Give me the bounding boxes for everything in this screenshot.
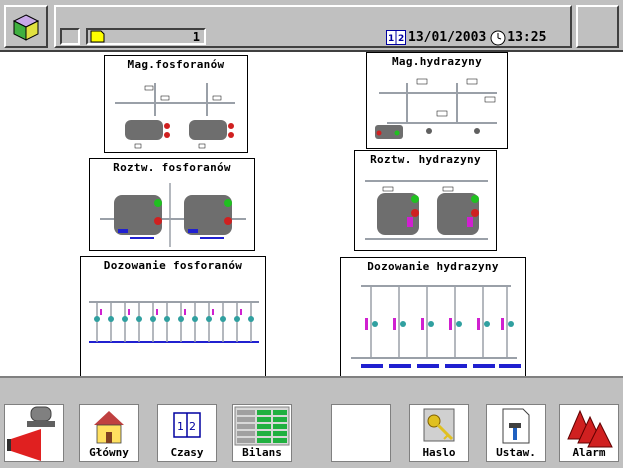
page-indicator xyxy=(60,28,80,45)
screen-dozowanie-hydrazyny[interactable]: Dozowanie hydrazyny xyxy=(340,257,526,377)
datetime-display: 1 2 13/01/2003 13:25 xyxy=(386,28,566,47)
logo-button[interactable] xyxy=(4,5,48,48)
bilans-button[interactable]: Bilans xyxy=(232,404,292,462)
tank-diagram xyxy=(115,83,235,149)
siren-icon xyxy=(7,406,55,461)
tank-diagram xyxy=(365,180,488,240)
button-label: Haslo xyxy=(422,446,456,459)
calendar-icon: 1 2 xyxy=(386,30,406,45)
czasy-button[interactable]: 1 2 Czasy xyxy=(157,404,217,462)
empty-button[interactable] xyxy=(331,404,391,462)
page-number: 1 xyxy=(192,30,200,44)
haslo-button[interactable]: Haslo xyxy=(409,404,469,462)
tank-diagram xyxy=(100,183,246,247)
button-label: Ustaw. xyxy=(496,446,536,459)
overview-area: Mag.fosforanów Mag.hydrazyny Roztw. fosf… xyxy=(0,52,623,377)
screen-mag-fosforanow[interactable]: Mag.fosforanów xyxy=(104,55,248,153)
cube-icon xyxy=(12,13,40,41)
button-label: Alarm xyxy=(572,446,606,459)
top-bar: 1 1 2 13/01/2003 13:25 xyxy=(0,0,623,52)
screen-dozowanie-fosforanow[interactable]: Dozowanie fosforanów xyxy=(80,256,266,377)
header-panel: 1 1 2 13/01/2003 13:25 xyxy=(54,5,572,48)
glowny-button[interactable]: Główny xyxy=(79,404,139,462)
svg-text:2: 2 xyxy=(189,420,196,433)
screen-mag-hydrazyny[interactable]: Mag.hydrazyny xyxy=(366,52,508,149)
button-label: Czasy xyxy=(170,446,204,459)
page-icon xyxy=(90,30,105,43)
svg-text:1: 1 xyxy=(177,420,184,433)
svg-text:2: 2 xyxy=(398,34,404,44)
siren-button[interactable] xyxy=(4,404,64,462)
clock-icon xyxy=(490,30,506,45)
dosing-diagram xyxy=(351,285,521,368)
button-label: Główny xyxy=(89,446,129,459)
alarm-button[interactable]: Alarm xyxy=(559,404,619,462)
button-label: Bilans xyxy=(242,446,282,459)
dosing-diagram xyxy=(89,301,259,343)
page-number-box: 1 xyxy=(86,28,206,45)
header-spare-button[interactable] xyxy=(576,5,619,48)
time-value: 13:25 xyxy=(507,30,547,45)
tank-diagram xyxy=(375,78,497,139)
svg-text:1: 1 xyxy=(388,34,394,44)
ustaw-button[interactable]: Ustaw. xyxy=(486,404,546,462)
date-value: 13/01/2003 xyxy=(408,30,487,45)
screen-roztw-fosforanow[interactable]: Roztw. fosforanów xyxy=(89,158,255,251)
screen-roztw-hydrazyny[interactable]: Roztw. hydrazyny xyxy=(354,150,497,251)
bottom-toolbar: Główny 1 2 Czasy Bilans Haslo Ustaw. Ala… xyxy=(0,376,623,468)
